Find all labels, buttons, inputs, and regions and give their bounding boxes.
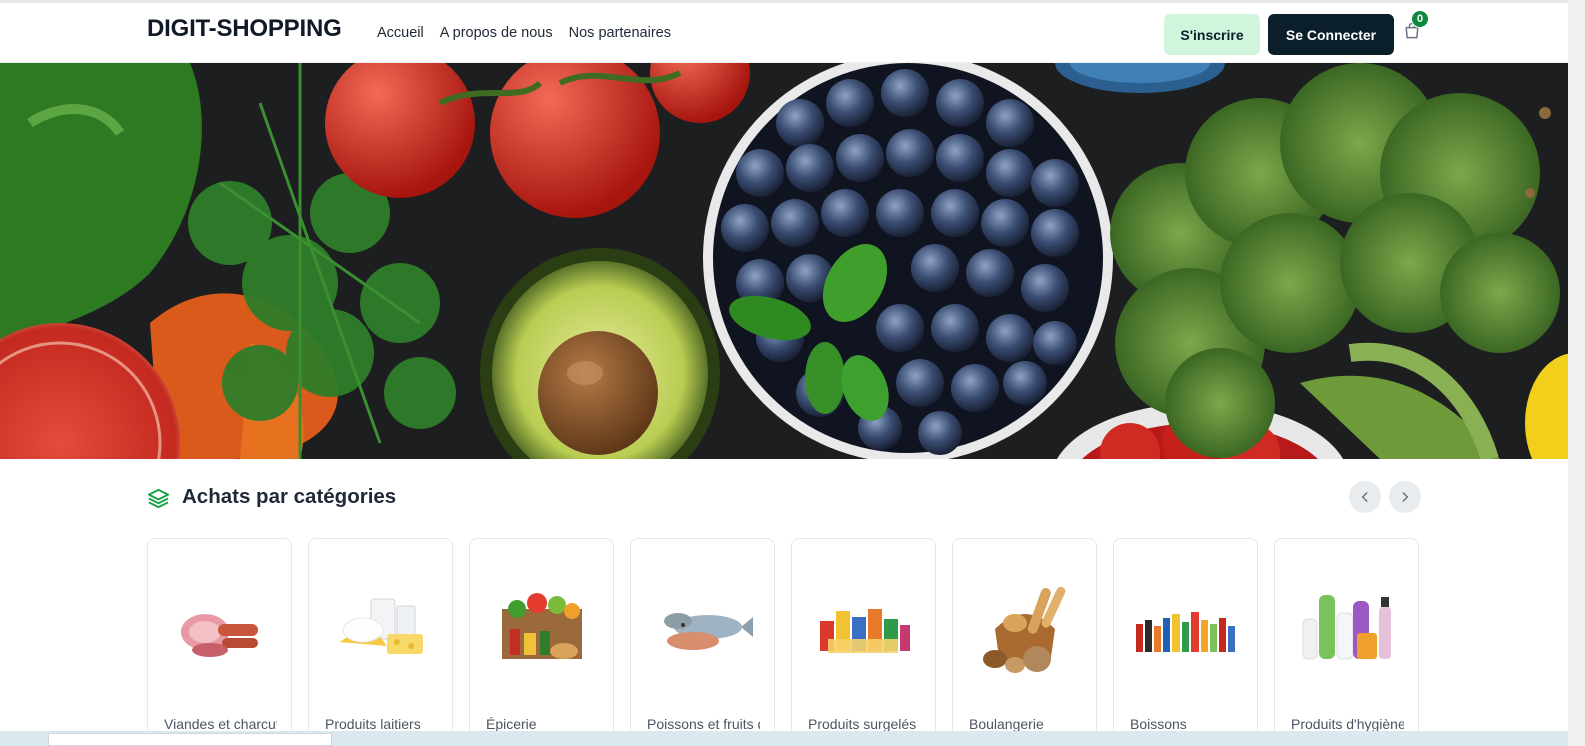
register-button[interactable]: S'inscrire [1164,14,1260,55]
nav-link-home[interactable]: Accueil [377,25,424,41]
category-card-dairy[interactable]: Produits laitiers [308,538,453,746]
fish-icon [649,579,757,679]
hero-image [0,63,1568,459]
category-card-grocery[interactable]: Épicerie [469,538,614,746]
category-label: Épicerie [486,716,537,732]
nav-link-about[interactable]: A propos de nous [440,25,553,41]
frozen-icon [810,579,918,679]
category-carousel: Viandes et charcuterie Produits laitiers [147,538,1419,746]
chevron-left-icon [1361,492,1368,502]
vertical-scrollbar[interactable] [1568,0,1585,746]
category-label: Poissons et fruits de mer [647,716,760,732]
category-card-fish[interactable]: Poissons et fruits de mer [630,538,775,746]
site-logo[interactable]: DIGIT-SHOPPING [147,15,342,43]
category-card-meat[interactable]: Viandes et charcuterie [147,538,292,746]
category-label: Boissons [1130,716,1187,732]
category-card-frozen[interactable]: Produits surgelés [791,538,936,746]
meat-icon [166,579,274,679]
hero-banner [0,63,1568,459]
site-header: DIGIT-SHOPPING Accueil A propos de nous … [0,3,1568,63]
login-button[interactable]: Se Connecter [1268,14,1394,55]
chevron-right-icon [1402,492,1409,502]
category-label: Boulangerie [969,716,1044,732]
main-nav: Accueil A propos de nous Nos partenaires [377,25,671,41]
category-card-bread[interactable]: Boulangerie [952,538,1097,746]
bread-icon [971,579,1079,679]
category-card-hygiene[interactable]: Produits d'hygiène [1274,538,1419,746]
nav-link-partners[interactable]: Nos partenaires [569,25,671,41]
layers-icon [147,488,170,509]
category-label: Produits laitiers [325,716,421,732]
category-label: Produits d'hygiène [1291,716,1404,732]
category-card-drinks[interactable]: Boissons [1113,538,1258,746]
hygiene-icon [1293,579,1401,679]
grocery-icon [488,579,596,679]
category-label: Produits surgelés [808,716,917,732]
carousel-prev-button[interactable] [1349,481,1381,513]
horizontal-scrollbar-thumb[interactable] [48,733,332,746]
cart-count-badge: 0 [1411,10,1429,28]
drinks-icon [1132,579,1240,679]
categories-title: Achats par catégories [182,485,397,508]
carousel-next-button[interactable] [1389,481,1421,513]
category-label: Viandes et charcuterie [164,716,277,732]
dairy-icon [327,579,435,679]
